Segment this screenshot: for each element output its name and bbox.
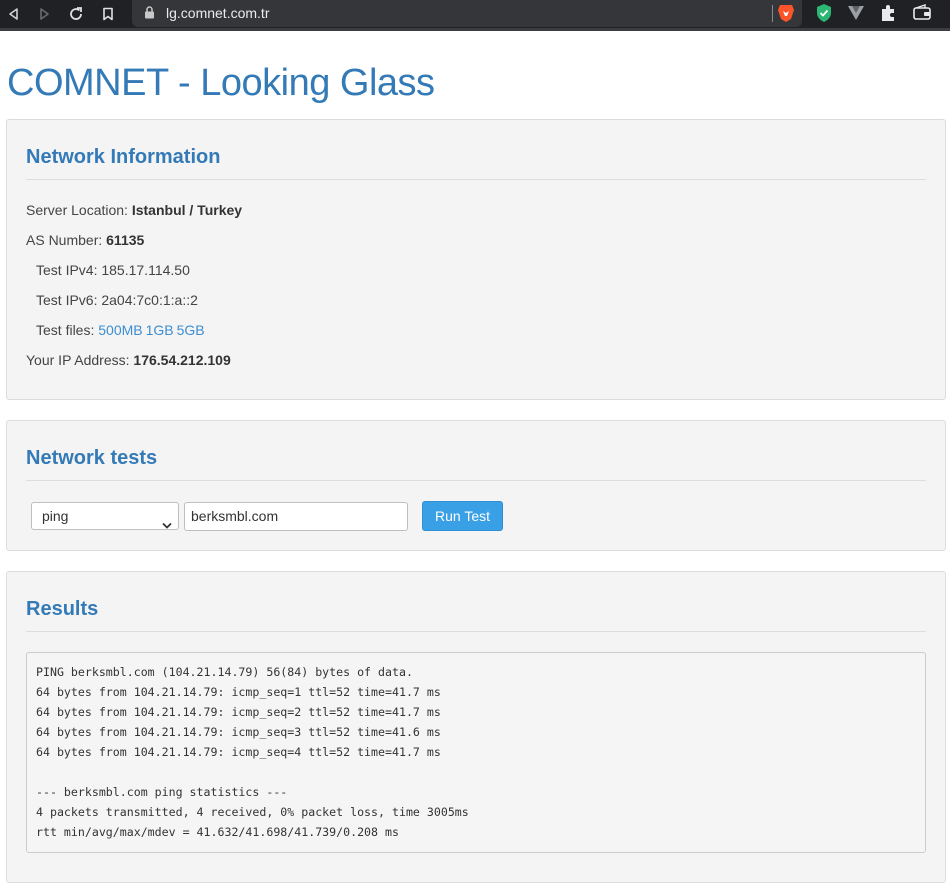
reload-icon[interactable]	[64, 2, 88, 26]
test-file-5gb-link[interactable]: 5GB	[177, 322, 205, 338]
result-line: 64 bytes from 104.21.14.79: icmp_seq=3 t…	[36, 725, 441, 739]
page-content: COMNET - Looking Glass Network Informati…	[0, 61, 950, 883]
wallet-icon[interactable]	[912, 3, 932, 28]
run-test-button[interactable]: Run Test	[422, 501, 503, 531]
server-location-value: Istanbul / Turkey	[131, 202, 243, 218]
results-panel: Results PING berksmbl.com (104.21.14.79)…	[6, 571, 946, 883]
result-line: 64 bytes from 104.21.14.79: icmp_seq=2 t…	[36, 705, 441, 719]
result-line	[36, 762, 916, 782]
bookmark-icon[interactable]	[96, 2, 120, 26]
your-ip-row: Your IP Address: 176.54.212.109	[26, 345, 926, 375]
network-tests-panel: Network tests ping berksmbl.com Run Test	[6, 420, 946, 551]
brave-shield-icon[interactable]	[777, 3, 795, 28]
test-file-1gb-link[interactable]: 1GB	[146, 322, 174, 338]
network-info-list: Server Location: Istanbul / Turkey AS Nu…	[26, 195, 926, 375]
test-method-select[interactable]: ping	[31, 502, 179, 530]
url-text: lg.comnet.com.tr	[166, 5, 270, 21]
lock-icon	[144, 6, 155, 24]
as-number-row: AS Number: 61135	[26, 225, 926, 255]
results-output: PING berksmbl.com (104.21.14.79) 56(84) …	[26, 652, 926, 853]
test-files-label: Test files:	[36, 322, 95, 338]
result-line: 64 bytes from 104.21.14.79: icmp_seq=4 t…	[36, 745, 441, 759]
as-number-label: AS Number:	[26, 232, 103, 248]
result-line: 64 bytes from 104.21.14.79: icmp_seq=1 t…	[36, 685, 441, 699]
back-icon[interactable]	[2, 2, 26, 26]
url-divider	[772, 5, 773, 22]
result-line: PING berksmbl.com (104.21.14.79) 56(84) …	[36, 665, 413, 679]
forward-icon[interactable]	[32, 2, 56, 26]
address-bar[interactable]: lg.comnet.com.tr	[132, 0, 802, 27]
test-file-500mb-link[interactable]: 500MB	[98, 322, 142, 338]
your-ip-value: 176.54.212.109	[133, 352, 231, 368]
host-input[interactable]: berksmbl.com	[184, 501, 408, 531]
your-ip-label: Your IP Address:	[26, 352, 130, 368]
result-line: 4 packets transmitted, 4 received, 0% pa…	[36, 805, 469, 819]
test-files-row: Test files: 500MB 1GB 5GB	[26, 315, 926, 345]
results-heading: Results	[26, 572, 926, 632]
network-tests-heading: Network tests	[26, 421, 926, 481]
test-method-value: ping	[42, 508, 69, 524]
as-number-value: 61135	[106, 232, 145, 248]
test-ipv4-row: Test IPv4: 185.17.114.50	[36, 262, 190, 278]
server-location-row: Server Location: Istanbul / Turkey	[26, 195, 926, 225]
browser-toolbar: lg.comnet.com.tr	[0, 0, 950, 28]
result-line: --- berksmbl.com ping statistics ---	[36, 785, 288, 799]
network-information-heading: Network Information	[26, 120, 926, 180]
test-form: ping berksmbl.com Run Test	[26, 501, 926, 531]
test-ipv6-row: Test IPv6: 2a04:7c0:1:a::2	[36, 292, 198, 308]
page-title: COMNET - Looking Glass	[7, 62, 435, 104]
toolbar-divider	[0, 28, 950, 31]
adblock-icon[interactable]	[815, 3, 833, 28]
server-location-label: Server Location:	[26, 202, 128, 218]
vpn-icon[interactable]	[847, 3, 865, 28]
network-information-panel: Network Information Server Location: Ist…	[6, 119, 946, 400]
result-line: rtt min/avg/max/mdev = 41.632/41.698/41.…	[36, 825, 399, 839]
chevron-down-icon	[162, 512, 172, 538]
extensions-icon[interactable]	[879, 3, 897, 28]
